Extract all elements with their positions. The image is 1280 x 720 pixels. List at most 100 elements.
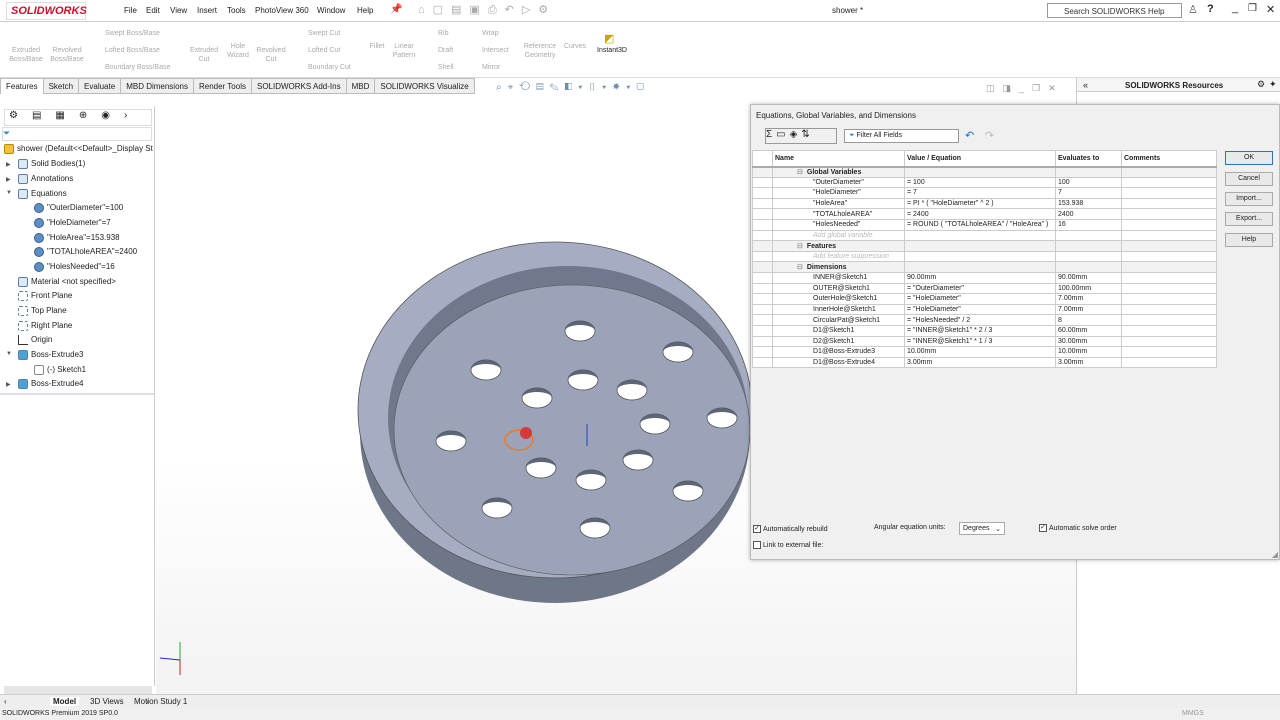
table-cell[interactable]: = "INNER@Sketch1" * 1 / 3 — [904, 335, 1056, 348]
table-cell[interactable]: "OuterDiameter" — [772, 176, 905, 189]
table-cell[interactable] — [904, 261, 1056, 273]
table-cell[interactable] — [752, 346, 773, 358]
table-cell[interactable]: 16 — [1055, 218, 1122, 231]
swept-boss-button[interactable]: Swept Boss/Base — [105, 30, 160, 37]
table-cell[interactable] — [904, 166, 1056, 178]
auto-solve-checkbox[interactable]: ✓ Automatic solve order — [1039, 524, 1117, 532]
table-row[interactable]: D1@Sketch1 = "INNER@Sketch1" * 2 / 3 60.00… — [752, 324, 1217, 337]
table-cell[interactable] — [752, 166, 773, 178]
table-cell[interactable]: ⊟ Dimensions — [772, 261, 905, 273]
expand-icon[interactable]: ▶ — [6, 381, 11, 388]
table-cell[interactable]: "TOTALholeAREA" — [772, 208, 905, 220]
table-cell[interactable]: = "OuterDiameter" — [904, 282, 1056, 295]
tab-render-tools[interactable]: Render Tools — [193, 78, 252, 94]
tree-annotations[interactable]: Annotations — [18, 174, 73, 184]
table-cell[interactable]: CircularPat@Sketch1 — [772, 314, 905, 326]
table-cell[interactable] — [1121, 324, 1217, 337]
table-cell[interactable] — [752, 271, 773, 284]
column-header[interactable]: Name — [772, 150, 905, 168]
table-cell[interactable] — [752, 240, 773, 252]
table-cell[interactable]: 153.938 — [1055, 197, 1122, 210]
revolved-boss-button[interactable]: Revolved Boss/Base — [48, 46, 86, 64]
tree-material[interactable]: Material <not specified> — [18, 277, 116, 287]
table-row[interactable]: D2@Sketch1 = "INNER@Sketch1" * 1 / 3 30.00… — [752, 335, 1217, 348]
help-search-input[interactable]: Search SOLIDWORKS Help — [1047, 3, 1182, 18]
table-cell[interactable]: 90.00mm — [1055, 271, 1122, 284]
table-cell[interactable] — [752, 303, 773, 316]
table-cell[interactable]: OuterHole@Sketch1 — [772, 293, 905, 305]
table-cell[interactable]: D1@Boss-Extrude4 — [772, 356, 905, 369]
table-cell[interactable]: ⊟ Features — [772, 240, 905, 252]
revolved-cut-button[interactable]: Revolved Cut — [254, 46, 288, 64]
tree-right-plane[interactable]: Right Plane — [18, 321, 72, 331]
table-cell[interactable] — [752, 176, 773, 189]
checkbox-checked[interactable]: ✓ — [1039, 524, 1047, 532]
table-row[interactable]: "OuterDiameter" = 100 100 — [752, 176, 1217, 189]
table-cell[interactable] — [1121, 335, 1217, 348]
table-cell[interactable]: 8 — [1055, 314, 1122, 326]
table-cell[interactable]: = "HolesNeeded" / 2 — [904, 314, 1056, 326]
import-button[interactable]: Import... — [1225, 192, 1273, 206]
table-cell[interactable] — [752, 356, 773, 369]
table-cell[interactable]: 100 — [1055, 176, 1122, 189]
table-cell[interactable]: "HolesNeeded" — [772, 218, 905, 231]
table-cell[interactable] — [904, 229, 1056, 242]
menu-insert[interactable]: Insert — [197, 6, 217, 15]
menu-view[interactable]: View — [170, 6, 187, 15]
gear-icon[interactable]: ⚙ — [1257, 79, 1265, 90]
hole[interactable] — [575, 469, 607, 491]
tab-evaluate[interactable]: Evaluate — [79, 78, 122, 94]
table-cell[interactable]: = 100 — [904, 176, 1056, 189]
menu-tools[interactable]: Tools — [227, 6, 246, 15]
collapse-icon[interactable]: ▼ — [6, 351, 12, 357]
tab-visualize[interactable]: SOLIDWORKS Visualize — [375, 78, 475, 94]
hole[interactable] — [639, 413, 671, 435]
hole[interactable] — [470, 359, 502, 381]
tree-front-plane[interactable]: Front Plane — [18, 291, 72, 301]
hole[interactable] — [622, 449, 654, 471]
tree-root[interactable]: shower (Default<<Default>_Display St — [4, 144, 153, 154]
tree-equation-item[interactable]: "TOTALholeAREA"=2400 — [34, 247, 137, 257]
table-cell[interactable] — [1121, 218, 1217, 231]
table-cell[interactable]: 7 — [1055, 187, 1122, 199]
lofted-cut-button[interactable]: Lofted Cut — [308, 47, 340, 54]
close-icon[interactable]: ✕ — [1266, 3, 1275, 16]
table-cell[interactable]: InnerHole@Sketch1 — [772, 303, 905, 316]
hole[interactable] — [435, 430, 467, 452]
tab-mbd[interactable]: MBD — [346, 78, 376, 94]
column-header[interactable]: Value / Equation — [904, 150, 1056, 168]
scroll-left-icon[interactable]: ‹ — [4, 697, 7, 706]
hole[interactable] — [521, 387, 553, 409]
unit-system[interactable]: MMGS — [1182, 710, 1204, 717]
tab-model[interactable]: Model — [50, 697, 80, 706]
table-row[interactable]: D1@Boss-Extrude4 3.00mm 3.00mm — [752, 356, 1217, 369]
tab-mbd-dimensions[interactable]: MBD Dimensions — [121, 78, 194, 94]
collapse-pane-icon[interactable]: « — [1083, 80, 1088, 90]
table-row[interactable]: "TOTALholeAREA" = 2400 2400 — [752, 208, 1217, 220]
rollback-bar[interactable] — [0, 393, 154, 395]
ok-button[interactable]: OK — [1225, 151, 1273, 165]
table-cell[interactable] — [752, 261, 773, 273]
pin-icon[interactable]: 📌 — [390, 4, 402, 15]
table-cell[interactable] — [1121, 282, 1217, 295]
table-cell[interactable] — [1121, 240, 1217, 252]
table-cell[interactable] — [752, 324, 773, 337]
group-row-features[interactable]: ⊟ Features — [752, 240, 1217, 252]
heads-up-view-toolbar[interactable]: ⌕⌖⟲▤✎◧▾▯▾☀▾▢ — [496, 82, 650, 93]
manager-tabs[interactable]: ⚙▤▦⊕◉› — [4, 109, 152, 126]
table-cell[interactable] — [1121, 346, 1217, 358]
table-cell[interactable]: = 7 — [904, 187, 1056, 199]
table-cell[interactable]: OUTER@Sketch1 — [772, 282, 905, 295]
help-icon[interactable]: ? — [1207, 3, 1214, 15]
hole-wizard-button[interactable]: Hole Wizard — [224, 42, 252, 60]
restore-icon[interactable]: ❐ — [1248, 3, 1257, 14]
tree-equations[interactable]: Equations — [18, 189, 67, 199]
checkbox-checked[interactable]: ✓ — [753, 525, 761, 533]
linear-pattern-button[interactable]: Linear Pattern — [390, 42, 418, 60]
cancel-button[interactable]: Cancel — [1225, 172, 1273, 186]
table-cell[interactable] — [1055, 166, 1122, 178]
export-button[interactable]: Export... — [1225, 212, 1273, 226]
checkbox-unchecked[interactable] — [753, 541, 761, 549]
table-cell[interactable] — [1121, 176, 1217, 189]
table-cell[interactable] — [1055, 250, 1122, 263]
